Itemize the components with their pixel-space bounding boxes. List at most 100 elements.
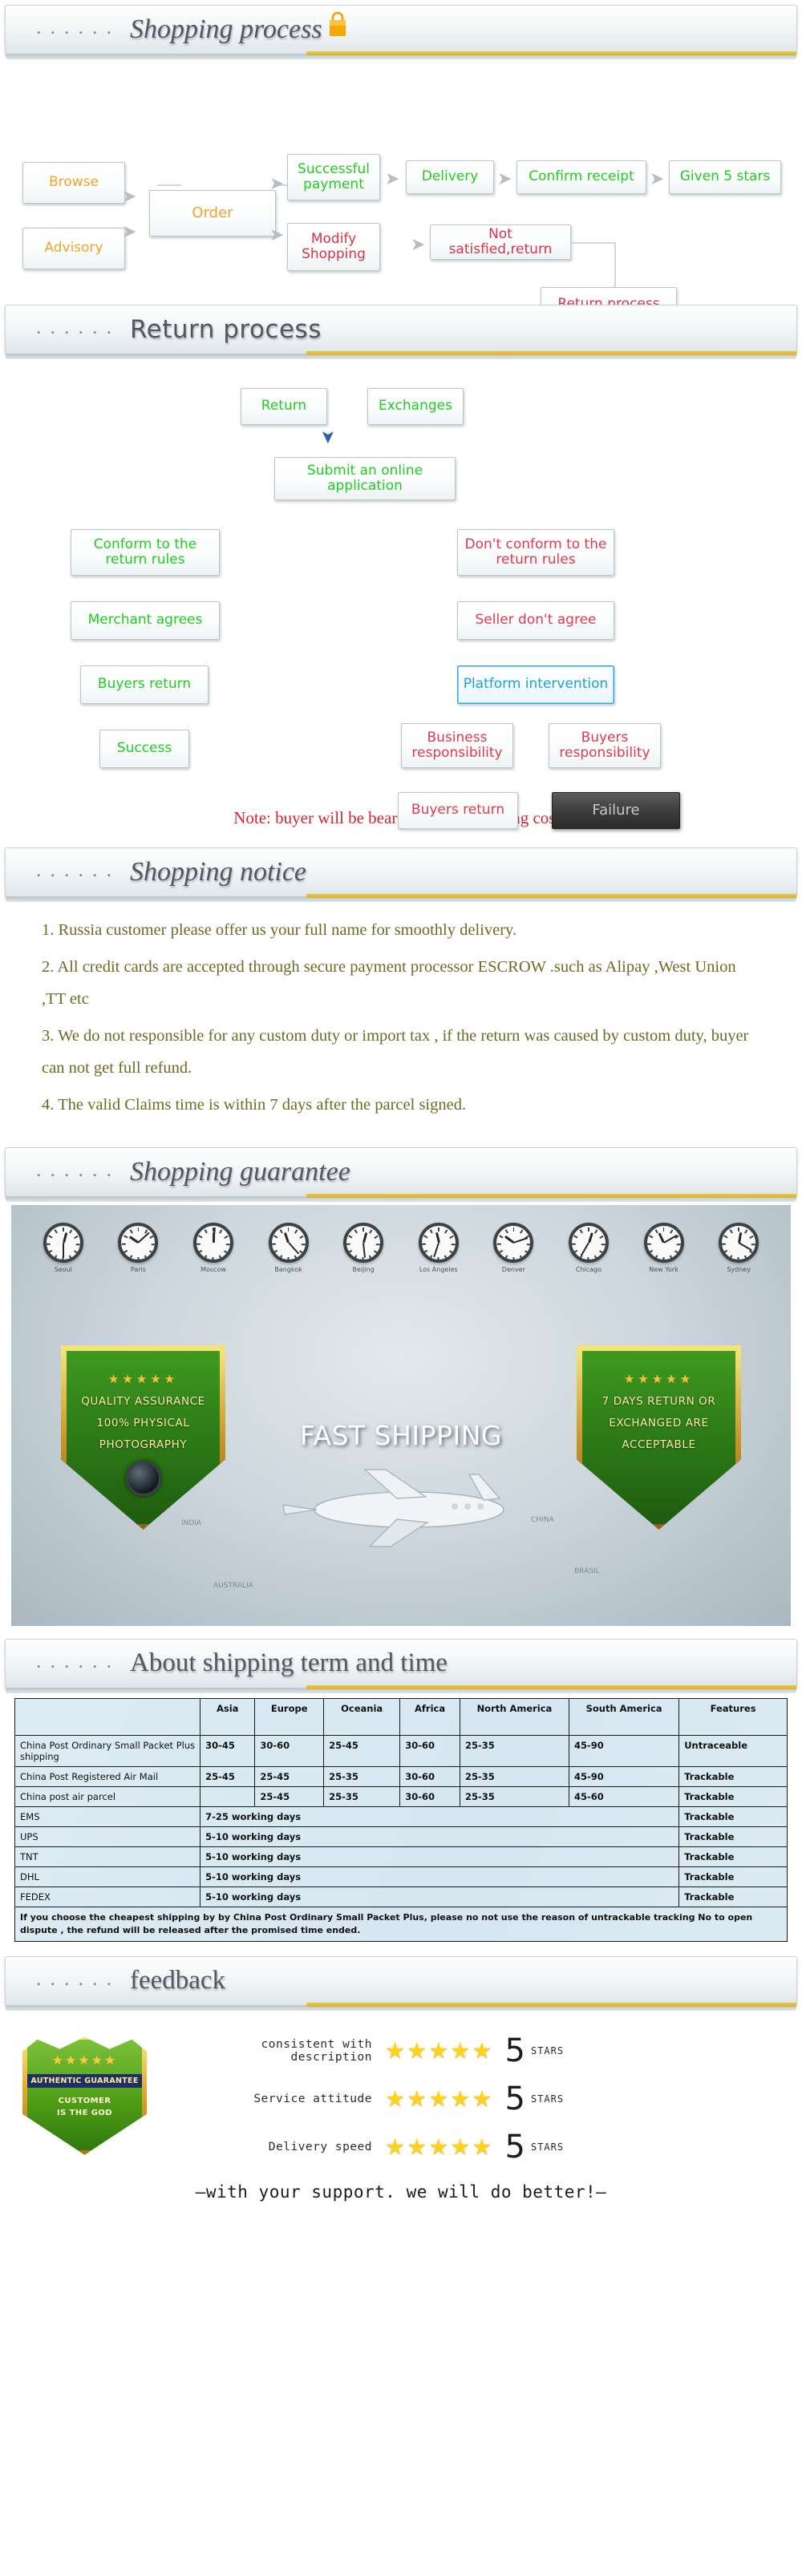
arrow-order-to-payment: ➤ [269,173,285,193]
feedback-star-rating: ★★★★★ [385,2038,494,2064]
notice-item: 4. The valid Claims time is within 7 day… [42,1095,467,1114]
feedback-rating-rows: consistent with description ★★★★★ 5 STARS Se… [184,2027,802,2171]
flow-box-failure[interactable]: Failure [552,792,680,829]
header-dots: ...... [36,1157,120,1181]
clock-city-label: Beijing [352,1265,375,1273]
flow-box-advisory[interactable]: Advisory [22,228,125,269]
flow-box-success[interactable]: Success [99,730,189,768]
table-column-header: North America [459,1697,569,1736]
clock-city-label: Los Angeles [419,1265,458,1273]
flow-box-buyers-return-left[interactable]: Buyers return [80,665,209,704]
arrow-to-submit: ➤ [318,429,339,445]
table-row: FEDEX 5-10 working days Trackable [14,1886,788,1907]
shipping-duration-cell: 45-90 [568,1765,680,1787]
flow-box-modify-shopping[interactable]: Modify Shopping [287,223,380,271]
world-clock: Beijing [343,1222,384,1273]
shipping-method-name: UPS [14,1826,201,1847]
clock-face [493,1222,534,1263]
shipping-duration-cell: 25-35 [323,1765,401,1787]
section-header-shopping-notice: ...... Shopping notice [5,847,797,902]
shipping-feature: Trackable [678,1846,788,1867]
flow-box-seller-disagree[interactable]: Seller don't agree [457,601,614,640]
table-row: DHL 5-10 working days Trackable [14,1866,788,1887]
table-header-row: Asia Europe Oceania Africa North America Sout… [14,1697,788,1736]
flow-box-business-responsibility[interactable]: Business responsibility [401,723,513,768]
flow-box-order[interactable]: Order [149,190,276,237]
flow-box-submit-application[interactable]: Submit an online application [274,457,456,500]
return-process-flowchart: Return Exchanges ➤ Submit an online appl… [0,369,802,829]
product-description-page: ...... Shopping process Browse ➤ Advisor… [0,5,802,2202]
flow-box-return[interactable]: Return [241,388,327,425]
table-column-header: South America [568,1697,680,1736]
flow-box-browse[interactable]: Browse [22,162,125,204]
table-row: EMS 7-25 working days Trackable [14,1806,788,1827]
shield-stars: ★★★★★ [623,1371,695,1386]
clock-city-label: Moscow [200,1265,226,1273]
shopping-bag-icon [326,11,350,42]
shipping-feature: Trackable [678,1785,788,1807]
notice-item: 2. All credit cards are accepted through… [42,957,736,1008]
shipping-duration-cell: 30-60 [399,1785,460,1807]
shopping-notice-list: 1. Russia customer please offer us your … [0,897,802,1134]
feedback-score-unit: STARS [530,2093,565,2105]
feedback-criterion-label: Delivery speed [268,2140,372,2153]
shipping-table-wrapper: Asia Europe Oceania Africa North America Sout… [14,1697,788,1942]
table-column-header [14,1697,201,1736]
flow-box-exchanges[interactable]: Exchanges [367,388,464,425]
arrow-modify-to-not-satisfied: ➤ [411,234,426,254]
flow-box-platform-intervention[interactable]: Platform intervention [457,665,614,704]
clock-city-label: Chicago [575,1265,602,1273]
shipping-feature: Trackable [678,1866,788,1887]
feedback-row: consistent with description ★★★★★ 5 STARS [184,2027,802,2075]
feedback-score: 5 [504,2080,525,2117]
flow-box-not-conform-rules[interactable]: Don't conform to the return rules [457,529,614,576]
section-header-shipping-term: ...... About shipping term and time [5,1638,797,1693]
shipping-duration-cell: 30-60 [399,1765,460,1787]
shipping-duration-cell: 30-45 [200,1734,256,1767]
flow-box-conform-rules[interactable]: Conform to the return rules [71,529,220,576]
shopping-process-flowchart: Browse ➤ Advisory ➤ Order ➤ Successful p… [0,66,802,322]
shipping-footnote: If you choose the cheapest shipping by b… [14,1906,788,1942]
shipping-duration-cell: 25-45 [200,1765,256,1787]
shipping-duration-span: 5-10 working days [200,1846,680,1867]
table-footnote-row: If you choose the cheapest shipping by b… [14,1906,788,1942]
badge-stars: ★★★★★ [51,2052,118,2068]
world-clock-row: Seoul Paris Moscow Bangkok Beijing Los Angele… [11,1222,791,1273]
table-column-header: Africa [399,1697,460,1736]
flow-box-merchant-agrees[interactable]: Merchant agrees [71,601,220,640]
feedback-score-unit: STARS [530,2141,565,2153]
feedback-star-rating: ★★★★★ [385,2086,494,2112]
flow-box-not-satisfied-return[interactable]: Not satisfied,return [430,224,571,260]
table-column-header: Features [678,1697,788,1736]
flow-box-buyers-responsibility[interactable]: Buyers responsibility [549,723,661,768]
header-dots: ...... [36,15,120,38]
flow-box-successful-payment[interactable]: Successful payment [287,154,380,200]
world-clock: Paris [118,1222,159,1273]
table-row: TNT 5-10 working days Trackable [14,1846,788,1867]
flow-box-given-5-stars[interactable]: Given 5 stars [669,160,781,194]
shipping-method-name: FEDEX [14,1886,201,1907]
header-dots: ...... [36,1648,120,1672]
shipping-duration-cell: 25-45 [254,1785,325,1807]
notice-item: 3. We do not responsible for any custom … [42,1026,749,1077]
shipping-duration-cell [200,1785,256,1807]
table-row: UPS 5-10 working days Trackable [14,1826,788,1847]
map-label-india: INDIA [181,1519,202,1527]
clock-city-label: Sydney [727,1265,751,1273]
arrow-order-to-modify: ➤ [269,224,285,245]
table-row: China Post Registered Air Mail 25-45 25-45… [14,1765,788,1787]
feedback-row: Delivery speed ★★★★★ 5 STARS [184,2123,802,2171]
shield-line-3: ACCEPTABLE [622,1438,696,1451]
notice-item: 1. Russia customer please offer us your … [42,921,517,939]
flow-box-buyers-return-right[interactable]: Buyers return [398,792,518,829]
map-label-brasil: BRASIL [574,1567,600,1575]
arrow-confirm-to-stars: ➤ [650,168,665,188]
flow-box-confirm-receipt[interactable]: Confirm receipt [516,160,646,194]
support-message: —with your support. we will do better!— [195,2182,607,2202]
flow-box-delivery[interactable]: Delivery [406,160,494,194]
feedback-row: Service attitude ★★★★★ 5 STARS [184,2075,802,2123]
map-label-australia: AUSTRALIA [213,1581,253,1590]
shield-line-2: 100% PHYSICAL [96,1416,190,1430]
table-row: China post air parcel 25-45 25-35 30-60 25-3… [14,1785,788,1807]
world-clock: Seoul [43,1222,83,1273]
